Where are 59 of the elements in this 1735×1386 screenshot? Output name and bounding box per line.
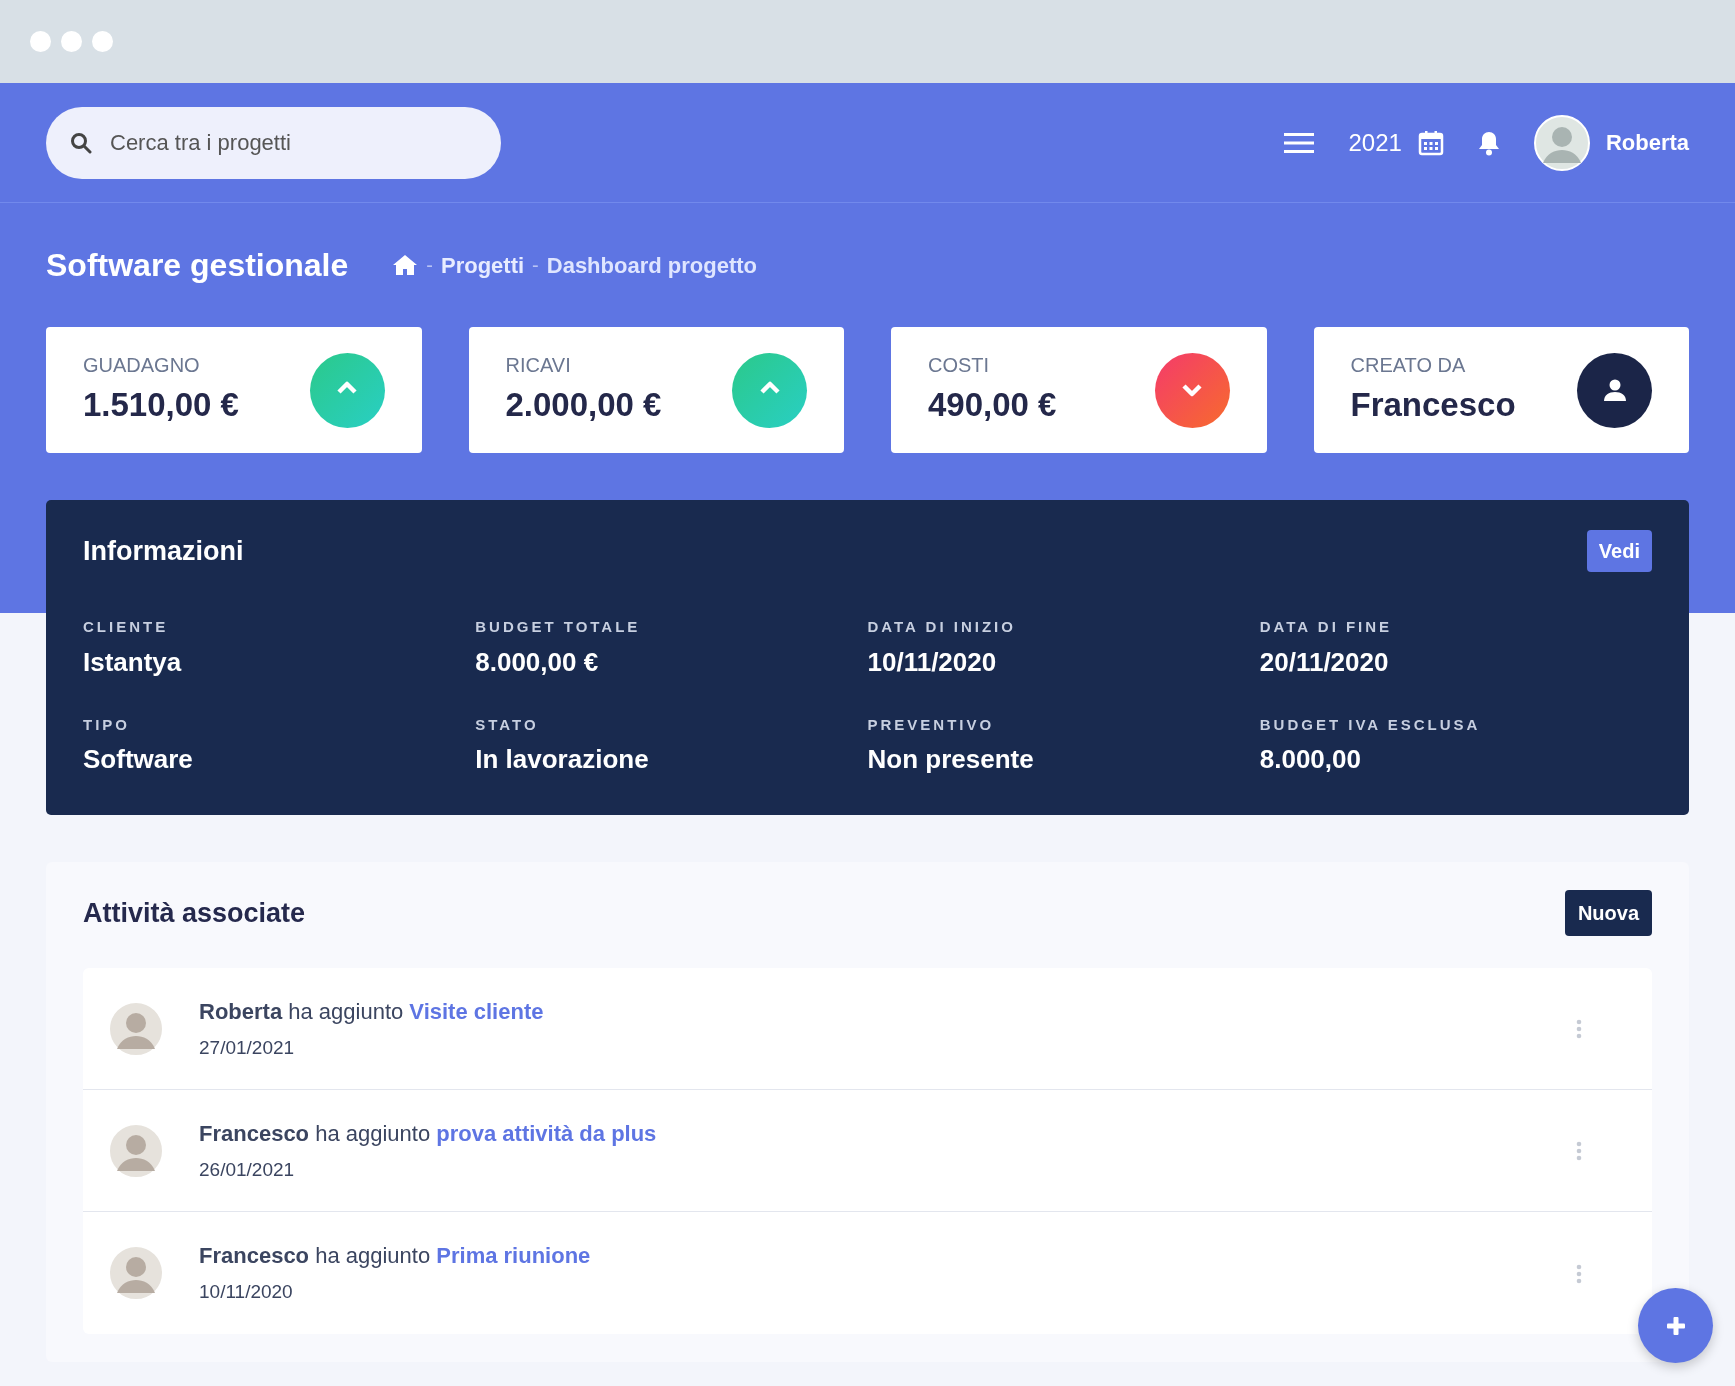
- breadcrumb-link[interactable]: Progetti: [440, 248, 525, 282]
- activity-date: 26/01/2021: [199, 1157, 296, 1182]
- field-value: In lavorazione: [475, 743, 650, 776]
- field-label: CLIENTE: [83, 617, 170, 637]
- new-button[interactable]: Nuova: [1564, 890, 1652, 936]
- field-value: 8.000,00 €: [475, 645, 600, 679]
- stat-value: 1.510,00 €: [83, 385, 239, 426]
- year-label: 2021: [1348, 127, 1402, 158]
- user-name[interactable]: Roberta: [1605, 126, 1689, 159]
- field-label: DATA DI INIZIO: [867, 617, 1017, 637]
- menu-icon[interactable]: [1284, 132, 1315, 153]
- view-button[interactable]: Vedi: [1586, 530, 1652, 572]
- activity-date: 27/01/2021: [199, 1035, 296, 1060]
- field-value: 8.000,00: [1259, 743, 1362, 776]
- avatar: [108, 1000, 164, 1057]
- home-icon[interactable]: [392, 254, 419, 276]
- stat-value: 490,00 €: [928, 385, 1057, 426]
- panel-title: Attività associate: [83, 896, 306, 930]
- window-dot: [30, 31, 51, 52]
- breadcrumb-link[interactable]: Dashboard progetto: [546, 248, 757, 282]
- stat-label: RICAVI: [505, 353, 572, 379]
- activity-date: 10/11/2020: [199, 1280, 294, 1305]
- field-value: Non presente: [867, 743, 1035, 776]
- field-value: Istantya: [83, 645, 183, 679]
- avatar: [108, 1122, 164, 1179]
- page-title: Software gestionale: [46, 246, 349, 285]
- stat-label: CREATO DA: [1350, 353, 1467, 379]
- field-label: DATA DI FINE: [1259, 617, 1394, 637]
- window-dot: [61, 31, 82, 52]
- user-icon: [1602, 378, 1627, 402]
- avatar[interactable]: [1533, 114, 1590, 171]
- activity-link[interactable]: Visite cliente: [409, 998, 544, 1024]
- stat-label: GUADAGNO: [83, 353, 201, 379]
- window-dot: [92, 31, 113, 52]
- avatar: [108, 1245, 164, 1301]
- activity-text: Francesco ha aggiunto prova attività da plus: [199, 1119, 657, 1148]
- activity-link[interactable]: Prima riunione: [436, 1243, 591, 1269]
- field-label: PREVENTIVO: [867, 714, 996, 735]
- field-label: BUDGET IVA ESCLUSA: [1259, 714, 1482, 735]
- separator-dash: -: [532, 253, 539, 278]
- field-value: 10/11/2020: [867, 645, 998, 679]
- activity-link[interactable]: prova attività da plus: [436, 1120, 657, 1146]
- activity-text: Roberta ha aggiunto Visite cliente: [199, 997, 544, 1026]
- stat-value: Francesco: [1350, 385, 1516, 426]
- separator-dash: -: [426, 253, 433, 278]
- field-value: 20/11/2020: [1259, 645, 1390, 679]
- bell-icon[interactable]: [1477, 129, 1500, 156]
- calendar-icon[interactable]: [1417, 129, 1444, 156]
- search-icon: [70, 131, 92, 154]
- field-label: BUDGET TOTALE: [475, 617, 642, 637]
- activity-text: Francesco ha aggiunto Prima riunione: [199, 1242, 591, 1271]
- field-label: STATO: [475, 714, 540, 735]
- field-label: TIPO: [83, 714, 131, 735]
- stat-label: COSTI: [928, 353, 991, 379]
- search-field[interactable]: Cerca tra i progetti: [46, 106, 501, 179]
- stat-value: 2.000,00 €: [505, 385, 662, 426]
- panel-title: Informazioni: [83, 534, 244, 568]
- field-value: Software: [83, 743, 194, 776]
- plus-icon: [1666, 1316, 1685, 1335]
